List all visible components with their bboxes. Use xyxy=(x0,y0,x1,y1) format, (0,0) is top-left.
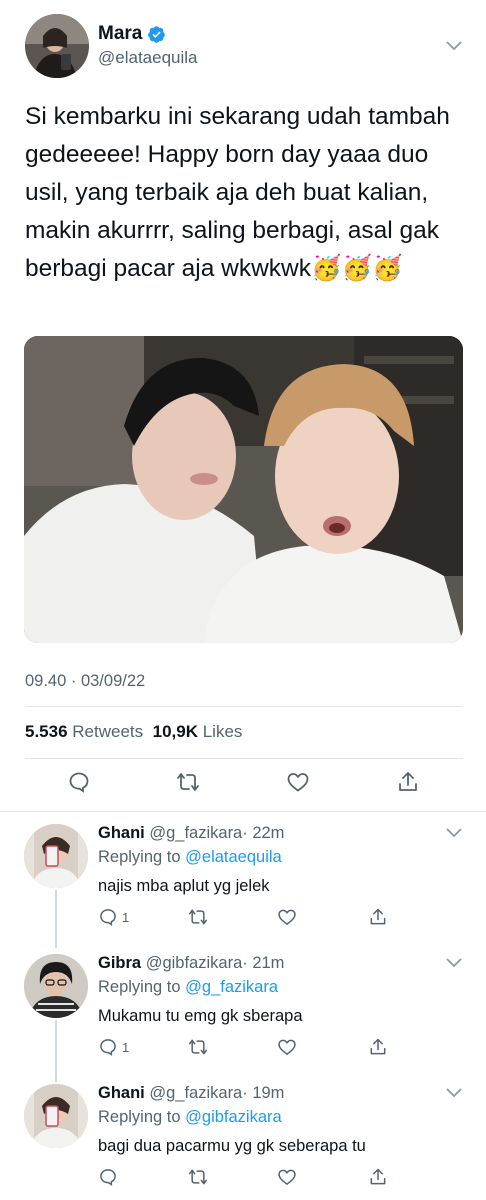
like-icon xyxy=(278,1039,296,1055)
tweet-action-bar xyxy=(0,770,486,800)
share-button[interactable] xyxy=(368,907,388,927)
reply-header: Ghani @g_fazikara· 19m xyxy=(98,1084,284,1103)
like-icon xyxy=(278,909,296,925)
reply-author-handle[interactable]: @gibfazikara xyxy=(146,954,243,972)
chevron-down-icon[interactable] xyxy=(446,958,462,968)
reply-avatar[interactable] xyxy=(24,954,88,1018)
reply-header: Ghani @g_fazikara· 22m xyxy=(98,824,284,843)
chevron-down-icon[interactable] xyxy=(446,1088,462,1098)
reply-action-bar: 1 xyxy=(0,1037,486,1059)
reply-count: 1 xyxy=(122,1039,130,1055)
divider xyxy=(25,706,463,707)
tweet-photo[interactable] xyxy=(24,336,463,643)
replying-to-link[interactable]: @g_fazikara xyxy=(185,978,278,996)
reply-time[interactable]: · 21m xyxy=(242,954,284,972)
reply-text: najis mba aplut yg jelek xyxy=(98,877,270,895)
reply-button[interactable] xyxy=(98,1167,122,1187)
like-button[interactable] xyxy=(277,907,297,927)
reply-text: Mukamu tu emg gk sberapa xyxy=(98,1007,303,1025)
retweets-label: Retweets xyxy=(72,722,144,741)
replying-to-prefix: Replying to xyxy=(98,978,181,996)
share-icon[interactable] xyxy=(396,770,420,794)
share-icon xyxy=(370,1038,386,1055)
reply-avatar[interactable] xyxy=(24,824,88,888)
tweet-timestamp[interactable]: 09.40 · 03/09/22 xyxy=(25,672,145,691)
author-name[interactable]: Mara xyxy=(98,23,142,45)
retweet-icon xyxy=(188,1169,208,1185)
reply-icon xyxy=(100,1039,116,1056)
reply-text: bagi dua pacarmu yg gk seberapa tu xyxy=(98,1137,366,1155)
replying-to-line: Replying to @g_fazikara xyxy=(98,978,278,997)
share-button[interactable] xyxy=(368,1037,388,1057)
share-icon xyxy=(370,1168,386,1185)
reply-author-name[interactable]: Ghani xyxy=(98,824,145,842)
share-icon xyxy=(370,908,386,925)
reply-icon xyxy=(100,1169,116,1186)
replying-to-line: Replying to @elataequila xyxy=(98,848,282,867)
likes-count: 10,9K xyxy=(152,722,198,741)
replying-to-prefix: Replying to xyxy=(98,848,181,866)
author-avatar[interactable] xyxy=(25,14,89,78)
retweet-button[interactable] xyxy=(188,907,208,927)
reply-action-bar xyxy=(0,1167,486,1189)
retweet-button[interactable] xyxy=(188,1037,208,1057)
reply-avatar[interactable] xyxy=(24,1084,88,1148)
reply-button[interactable]: 1 xyxy=(98,907,129,927)
reply-icon[interactable] xyxy=(67,770,91,794)
retweet-button[interactable] xyxy=(188,1167,208,1187)
likes-label: Likes xyxy=(202,722,243,741)
replying-to-link[interactable]: @elataequila xyxy=(185,848,282,866)
reply-time[interactable]: · 22m xyxy=(242,824,284,842)
section-separator xyxy=(0,811,486,812)
reply-count: 1 xyxy=(122,909,130,925)
reply-author-handle[interactable]: @g_fazikara xyxy=(149,1084,242,1102)
retweet-icon xyxy=(188,1039,208,1055)
like-button[interactable] xyxy=(277,1037,297,1057)
reply-author-name[interactable]: Ghani xyxy=(98,1084,145,1102)
reply-button[interactable]: 1 xyxy=(98,1037,129,1057)
tweet-text: Si kembarku ini sekarang udah tambah ged… xyxy=(25,103,450,282)
like-button[interactable] xyxy=(277,1167,297,1187)
author-handle[interactable]: @elataequila xyxy=(98,48,198,68)
chevron-down-icon[interactable] xyxy=(446,41,462,51)
reply-author-handle[interactable]: @g_fazikara xyxy=(149,824,242,842)
author-name-row[interactable]: Mara xyxy=(98,23,166,45)
replying-to-line: Replying to @gibfazikara xyxy=(98,1108,282,1127)
like-icon[interactable] xyxy=(286,770,310,794)
likes-stat[interactable]: 10,9K Likes xyxy=(153,722,243,741)
share-button[interactable] xyxy=(368,1167,388,1187)
tweet-stats: 5.536 Retweets 10,9K Likes xyxy=(25,722,242,742)
reply-icon xyxy=(100,909,116,926)
like-icon xyxy=(278,1169,296,1185)
reply-header: Gibra @gibfazikara· 21m xyxy=(98,954,284,973)
retweets-stat[interactable]: 5.536 Retweets xyxy=(25,722,143,741)
reply-action-bar: 1 xyxy=(0,907,486,929)
replying-to-link[interactable]: @gibfazikara xyxy=(185,1108,282,1126)
reply-time[interactable]: · 19m xyxy=(242,1084,284,1102)
retweets-count: 5.536 xyxy=(25,722,68,741)
verified-badge-icon xyxy=(147,25,166,44)
divider xyxy=(25,758,463,759)
replying-to-prefix: Replying to xyxy=(98,1108,181,1126)
retweet-icon xyxy=(188,909,208,925)
chevron-down-icon[interactable] xyxy=(446,828,462,838)
retweet-icon[interactable] xyxy=(176,770,200,794)
reply-author-name[interactable]: Gibra xyxy=(98,954,141,972)
